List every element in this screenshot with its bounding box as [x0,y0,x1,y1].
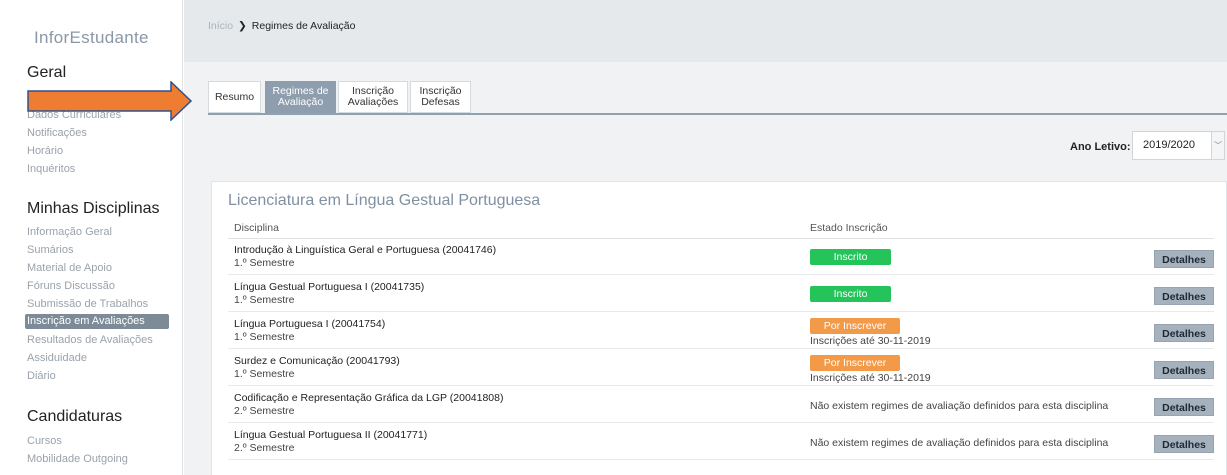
tab-label: Inscrição Avaliações [347,85,399,108]
discipline-semester: 2.º Semestre [234,405,295,417]
nav-item-informacao-geral[interactable]: Informação Geral [27,223,169,241]
enrollment-deadline: Inscrições até 30-11-2019 [810,372,931,384]
nav-item-submissao-trabalhos[interactable]: Submissão de Trabalhos [27,295,169,313]
section-title-candidaturas: Candidaturas [27,408,123,425]
discipline-semester: 1.º Semestre [234,368,295,380]
enrollment-deadline: Inscrições até 30-11-2019 [810,335,931,347]
tab-bar: Resumo Regimes de Avaliação Inscrição Av… [208,81,1227,115]
nav-item-resultados-avaliacoes[interactable]: Resultados de Avaliações [27,331,169,349]
nav-list-candidaturas: Cursos Mobilidade Outgoing [27,432,128,468]
nav-item-horario[interactable]: Horário [27,142,121,160]
details-button[interactable]: Detalhes [1154,398,1214,416]
tab-inscricao-avaliacoes[interactable]: Inscrição Avaliações [338,81,408,113]
nav-list-minhas-disciplinas: Informação Geral Sumários Material de Ap… [25,223,169,385]
tab-resumo[interactable]: Resumo [208,81,261,113]
table-row: Língua Gestual Portuguesa II (20041771) … [228,424,1214,460]
details-button[interactable]: Detalhes [1154,324,1214,342]
section-title-minhas-disciplinas: Minhas Disciplinas [27,200,160,217]
breadcrumb-current: Regimes de Avaliação [251,20,356,32]
details-button[interactable]: Detalhes [1154,287,1214,305]
course-card: Licenciatura em Língua Gestual Portugues… [211,181,1227,475]
course-title: Licenciatura em Língua Gestual Portugues… [228,192,541,209]
discipline-name: Língua Gestual Portuguesa II (20041771) [234,429,428,441]
no-regimes-message: Não existem regimes de avaliação definid… [810,437,1109,449]
tab-label: Inscrição Defesas [419,85,462,108]
tab-inscricao-defesas[interactable]: Inscrição Defesas [410,81,471,113]
tab-label: Resumo [214,90,255,103]
nav-item-diario[interactable]: Diário [27,367,169,385]
details-button[interactable]: Detalhes [1154,361,1214,379]
arrow-right-icon [27,81,193,121]
table-row: Surdez e Comunicação (20041793) 1.º Seme… [228,350,1214,386]
table-row: Codificação e Representação Gráfica da L… [228,387,1214,423]
breadcrumb-bar: Início ❯ Regimes de Avaliação [184,0,1227,62]
discipline-semester: 2.º Semestre [234,442,295,454]
nav-item-notificacoes[interactable]: Notificações [27,124,121,142]
nav-item-inscricao-avaliacoes[interactable]: Inscrição em Avaliações [25,314,169,329]
status-badge: Inscrito [810,249,891,265]
nav-item-material-apoio[interactable]: Material de Apoio [27,259,169,277]
tab-regimes-avaliacao[interactable]: Regimes de Avaliação [265,81,336,113]
chevron-down-icon[interactable]: ﹀ [1211,132,1224,159]
nav-item-sumarios[interactable]: Sumários [27,241,169,259]
app-title[interactable]: InforEstudante [34,28,149,48]
column-header-status: Estado Inscrição [810,222,888,234]
nav-item-inqueritos[interactable]: Inquéritos [27,160,121,178]
details-button[interactable]: Detalhes [1154,435,1214,453]
nav-item-foruns-discussao[interactable]: Fóruns Discussão [27,277,169,295]
breadcrumb-home-link[interactable]: Início [208,20,233,32]
tab-label: Regimes de Avaliação [272,85,329,108]
details-button[interactable]: Detalhes [1154,250,1214,268]
discipline-name: Língua Gestual Portuguesa I (20041735) [234,281,425,293]
discipline-semester: 1.º Semestre [234,294,295,306]
column-header-discipline: Disciplina [234,222,279,234]
sidebar: InforEstudante Geral Dados Curriculares … [0,0,183,475]
discipline-name: Surdez e Comunicação (20041793) [234,355,400,367]
discipline-semester: 1.º Semestre [234,331,295,343]
table-row: Introdução à Linguística Geral e Portugu… [228,239,1214,275]
status-badge: Inscrito [810,286,891,302]
chevron-right-icon: ❯ [238,20,247,32]
year-filter-label: Ano Letivo: [1070,141,1131,153]
no-regimes-message: Não existem regimes de avaliação definid… [810,400,1109,412]
discipline-name: Codificação e Representação Gráfica da L… [234,392,504,404]
status-badge: Por Inscrever [810,318,900,334]
year-select[interactable]: 2019/2020 ﹀ [1132,131,1225,160]
main-content: Início ❯ Regimes de Avaliação Resumo Reg… [184,0,1227,475]
section-title-geral: Geral [27,64,67,81]
table-row: Língua Portuguesa I (20041754) 1.º Semes… [228,313,1214,349]
nav-item-cursos[interactable]: Cursos [27,432,128,450]
orange-arrow-annotation [27,81,193,121]
year-select-value: 2019/2020 [1143,139,1195,151]
breadcrumb: Início ❯ Regimes de Avaliação [208,20,355,32]
discipline-name: Língua Portuguesa I (20041754) [234,318,386,330]
status-badge: Por Inscrever [810,355,900,371]
nav-item-assiduidade[interactable]: Assiduidade [27,349,169,367]
table-row: Língua Gestual Portuguesa I (20041735) 1… [228,276,1214,312]
discipline-name: Introdução à Linguística Geral e Portugu… [234,244,497,256]
nav-item-mobilidade-outgoing[interactable]: Mobilidade Outgoing [27,450,128,468]
discipline-semester: 1.º Semestre [234,257,295,269]
